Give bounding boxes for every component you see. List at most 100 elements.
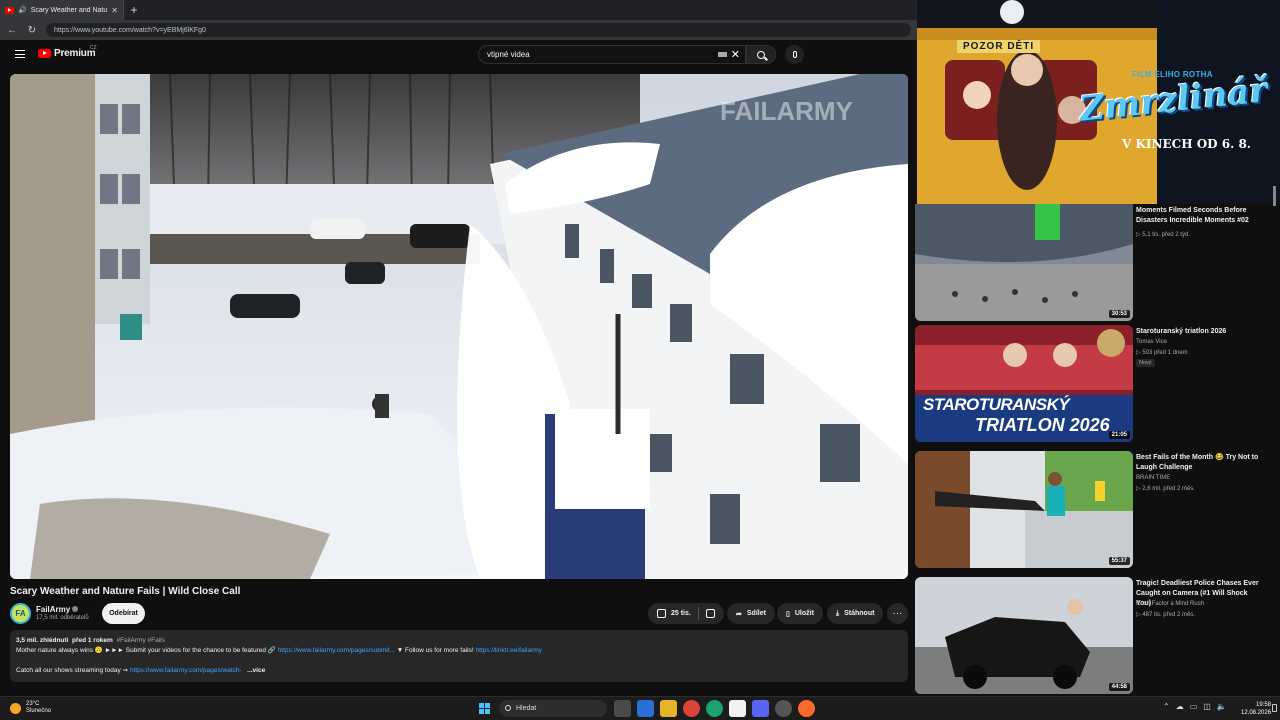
channel-name-text: FailArmy — [36, 605, 71, 614]
video-duration: 21:05 — [1108, 431, 1130, 439]
video-title: Scary Weather and Nature Fails | Wild Cl… — [10, 586, 241, 597]
recommended-title[interactable]: Moments Filmed Seconds Before Disasters … — [1136, 206, 1264, 226]
share-icon: ➦ — [736, 610, 742, 618]
weather-widget[interactable]: 23°C Slunečno — [10, 701, 51, 715]
subscribe-button[interactable]: Odebírat — [102, 603, 145, 624]
back-arrow-icon[interactable]: ← — [6, 25, 18, 36]
close-tab-icon[interactable]: ✕ — [111, 6, 118, 15]
speaker-icon[interactable]: 🔊 — [18, 6, 27, 14]
volume-icon[interactable]: 🔈 — [1217, 702, 1227, 711]
recommended-title[interactable]: Staroturanský triatlon 2026 — [1136, 327, 1264, 337]
thumbnail-art-1 — [915, 204, 1133, 321]
keyboard-icon[interactable] — [718, 52, 727, 57]
search-input[interactable]: vtipné videa ✕ — [478, 45, 746, 64]
ad-banner[interactable]: POZOR DĚTI FILM ELIHO ROTHA Zmrzlinář V … — [917, 0, 1280, 204]
mail-icon[interactable] — [637, 700, 654, 717]
youtube-logo[interactable]: Premium CZ — [38, 45, 97, 59]
divider — [697, 607, 699, 620]
show-more-button[interactable]: ...více — [247, 667, 265, 674]
battery-icon[interactable]: ▭ — [1190, 702, 1198, 711]
edge-icon[interactable] — [706, 700, 723, 717]
address-bar-row: ← ↻ https://www.youtube.com/watch?v=yEBM… — [0, 20, 917, 40]
recommended-channel[interactable]: Tomas Vice — [1136, 339, 1167, 345]
description-text: Mother nature always wins 🙃 ►►► Submit y… — [16, 647, 276, 654]
thumbnail-art-4 — [915, 577, 1133, 694]
recommended-video[interactable]: 30:53 Moments Filmed Seconds Before Disa… — [915, 204, 1275, 324]
chrome-icon[interactable] — [683, 700, 700, 717]
sidebar-scrollbar[interactable] — [1273, 186, 1276, 206]
share-button[interactable]: ➦ Sdílet — [727, 603, 775, 624]
youtube-play-icon — [38, 49, 51, 58]
view-count: 3,5 mil. zhlédnutí — [16, 637, 69, 644]
recommended-video[interactable]: 55:37 Best Fails of the Month 😂 Try Not … — [915, 451, 1275, 571]
search-button[interactable] — [746, 45, 776, 64]
reload-icon[interactable]: ↻ — [26, 25, 38, 36]
firefox-icon[interactable] — [798, 700, 815, 717]
system-tray: ⌃ ☁ ▭ ◫ 🔈 — [1163, 702, 1227, 711]
watch-link[interactable]: https://www.failarmy.com/pages/watch- — [130, 667, 242, 674]
video-thumbnail[interactable]: 55:37 — [915, 451, 1133, 568]
clock-date: 12.08.2026 — [1241, 710, 1272, 716]
country-code: CZ — [90, 45, 97, 51]
description-box[interactable]: 3,5 mil. zhlédnutí před 1 rokem #FailArm… — [10, 630, 908, 682]
clear-search-icon[interactable]: ✕ — [731, 48, 740, 61]
save-label: Uložit — [794, 610, 814, 617]
video-thumbnail[interactable]: STAROTURANSKÝ TRIATLON 2026 21:05 — [915, 325, 1133, 442]
linktree-link[interactable]: https://linktr.ee/failarmy — [475, 647, 541, 654]
store-icon[interactable] — [729, 700, 746, 717]
new-badge: Nový — [1136, 359, 1155, 367]
download-button[interactable]: ⤓ Stáhnout — [827, 603, 884, 624]
taskbar-search[interactable]: Hledat — [499, 700, 607, 717]
chevron-up-icon[interactable]: ⌃ — [1163, 702, 1170, 711]
weather-condition: Slunečno — [26, 708, 52, 714]
description-text-3: Catch all our shows streaming today ➞ — [16, 667, 129, 674]
recommended-video[interactable]: 44:58 Tragic! Deadliest Police Chases Ev… — [915, 577, 1275, 696]
bookmark-icon: ▯ — [786, 610, 790, 618]
recommended-channel[interactable]: Rush Factor a Mind Rush — [1136, 601, 1204, 607]
description-line-1: Mother nature always wins 🙃 ►►► Submit y… — [16, 646, 902, 656]
like-count: 25 tis. — [671, 610, 691, 617]
description-stats: 3,5 mil. zhlédnutí před 1 rokem #FailArm… — [16, 636, 902, 646]
share-label: Sdílet — [746, 610, 766, 617]
youtube-favicon-icon — [5, 6, 14, 14]
recommended-video[interactable]: STAROTURANSKÝ TRIATLON 2026 21:05 Starot… — [915, 325, 1275, 445]
hashtags[interactable]: #FailArmy #Fails — [116, 637, 164, 644]
notification-icon[interactable] — [1272, 704, 1277, 712]
voice-search-button[interactable] — [785, 45, 804, 64]
subscriber-count: 17,5 mil. odběratelů — [36, 615, 89, 621]
channel-avatar[interactable]: FA — [10, 603, 31, 624]
ad-sign: POZOR DĚTI — [957, 40, 1041, 53]
more-actions-button[interactable]: ··· — [887, 603, 908, 624]
cloud-icon[interactable]: ☁ — [1176, 702, 1184, 711]
search-value: vtipné videa — [487, 50, 530, 59]
thumbnail-art-3 — [915, 451, 1133, 568]
video-thumbnail[interactable]: 30:53 — [915, 204, 1133, 321]
file-explorer-icon[interactable] — [660, 700, 677, 717]
browser-tab[interactable]: 🔊 Scary Weather and Nature Fails | Wild … — [0, 0, 124, 20]
browser-tab-strip: 🔊 Scary Weather and Nature Fails | Wild … — [0, 0, 917, 20]
youtube-header: Premium CZ vtipné videa ✕ — [0, 40, 917, 70]
channel-name[interactable]: FailArmy — [36, 605, 79, 614]
save-button[interactable]: ▯ Uložit — [777, 603, 823, 624]
upload-age: před 1 rokem — [72, 637, 113, 644]
thumbs-up-icon — [657, 609, 666, 618]
like-dislike-group: 25 tis. — [648, 603, 724, 624]
discord-icon[interactable] — [752, 700, 769, 717]
video-thumbnail[interactable]: 44:58 — [915, 577, 1133, 694]
menu-icon[interactable] — [15, 50, 25, 58]
clock[interactable]: 19:58 12.08.2026 — [1241, 701, 1271, 717]
recommended-channel[interactable]: BRAIN TIME — [1136, 475, 1170, 481]
new-tab-button[interactable]: + — [124, 3, 144, 17]
network-icon[interactable]: ◫ — [1203, 702, 1211, 711]
thumbs-down-icon[interactable] — [705, 609, 715, 618]
steam-icon[interactable] — [775, 700, 792, 717]
url-field[interactable]: https://www.youtube.com/watch?v=yEBMj6lK… — [46, 23, 911, 37]
like-button[interactable]: 25 tis. — [657, 609, 691, 618]
tab-title: Scary Weather and Nature Fails | Wild Cl… — [30, 6, 108, 14]
task-view-icon[interactable] — [614, 700, 631, 717]
description-text-2: ▼ Follow us for more fails! — [396, 647, 474, 654]
windows-start-icon[interactable] — [479, 703, 490, 714]
recommended-title[interactable]: Best Fails of the Month 😂 Try Not to Lau… — [1136, 453, 1264, 473]
submit-link[interactable]: https://www.failarmy.com/pages/submit... — [278, 647, 395, 654]
video-player[interactable]: FAILARMY — [10, 74, 908, 579]
